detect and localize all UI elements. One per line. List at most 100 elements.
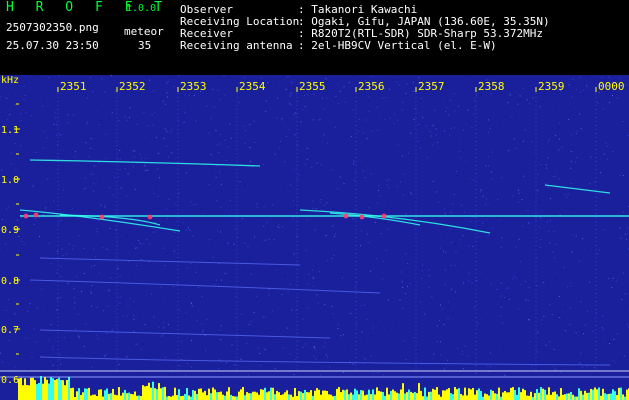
noise-speck xyxy=(601,77,603,79)
noise-speck xyxy=(173,86,175,88)
noise-speck xyxy=(353,179,355,181)
noise-speck xyxy=(41,261,43,263)
noise-speck xyxy=(500,315,502,317)
activity-bar xyxy=(254,391,256,400)
noise-speck xyxy=(466,180,468,182)
activity-bar xyxy=(264,387,266,400)
noise-speck xyxy=(430,135,432,137)
noise-speck xyxy=(214,283,215,285)
noise-speck xyxy=(21,217,23,219)
noise-speck xyxy=(9,114,11,115)
noise-speck xyxy=(190,201,192,203)
noise-speck xyxy=(319,201,321,203)
noise-speck xyxy=(168,77,170,79)
noise-speck xyxy=(402,155,403,157)
activity-bar xyxy=(242,387,244,400)
noise-speck xyxy=(518,308,520,310)
noise-speck xyxy=(549,138,550,140)
noise-speck xyxy=(487,156,489,158)
noise-speck xyxy=(185,172,187,174)
noise-speck xyxy=(455,243,457,245)
activity-bar xyxy=(394,391,396,400)
noise-speck xyxy=(575,89,577,91)
noise-speck xyxy=(571,209,573,211)
noise-speck xyxy=(103,75,105,77)
noise-speck xyxy=(615,280,617,282)
activity-bar xyxy=(34,380,36,400)
activity-bar xyxy=(490,389,492,400)
antenna-value: : 2el-HB9CV Vertical (el. E-W) xyxy=(298,39,497,52)
activity-bar xyxy=(414,392,416,400)
noise-speck xyxy=(571,96,573,98)
activity-bar xyxy=(336,388,338,400)
noise-speck xyxy=(312,200,314,202)
noise-speck xyxy=(272,204,273,206)
noise-speck xyxy=(458,106,459,107)
noise-speck xyxy=(376,258,378,260)
noise-speck xyxy=(455,316,457,318)
meteor-echo xyxy=(33,212,39,218)
noise-speck xyxy=(143,165,145,167)
activity-bar xyxy=(210,393,212,400)
noise-speck xyxy=(418,140,420,142)
activity-bar xyxy=(458,388,460,400)
noise-speck xyxy=(603,153,605,155)
noise-speck xyxy=(491,151,493,153)
noise-speck xyxy=(111,255,113,257)
noise-speck xyxy=(385,249,387,251)
noise-speck xyxy=(529,235,531,237)
noise-speck xyxy=(278,223,280,225)
noise-speck xyxy=(564,330,566,332)
noise-speck xyxy=(463,129,464,131)
noise-speck xyxy=(219,143,221,145)
noise-speck xyxy=(528,222,530,224)
noise-speck xyxy=(158,152,160,154)
noise-speck xyxy=(87,97,88,99)
activity-bar xyxy=(116,395,118,400)
noise-speck xyxy=(368,242,370,244)
activity-bar xyxy=(494,393,496,400)
noise-speck xyxy=(220,183,222,185)
noise-speck xyxy=(408,142,410,143)
activity-bar xyxy=(232,396,234,400)
noise-speck xyxy=(104,207,106,209)
activity-bar xyxy=(528,395,530,400)
noise-speck xyxy=(93,183,95,185)
noise-speck xyxy=(606,145,608,147)
noise-speck xyxy=(300,121,302,123)
noise-speck xyxy=(421,97,422,99)
noise-speck xyxy=(564,194,566,196)
noise-speck xyxy=(19,356,21,357)
noise-speck xyxy=(365,119,367,121)
noise-speck xyxy=(184,94,186,96)
noise-speck xyxy=(450,100,451,101)
noise-speck xyxy=(179,365,181,367)
noise-speck xyxy=(464,345,466,347)
noise-speck xyxy=(516,277,517,279)
noise-speck xyxy=(515,246,517,248)
noise-speck xyxy=(48,339,50,341)
noise-speck xyxy=(265,239,267,241)
noise-speck xyxy=(76,307,78,309)
noise-speck xyxy=(440,341,441,343)
noise-speck xyxy=(352,221,354,223)
activity-bar xyxy=(460,394,462,400)
noise-speck xyxy=(60,220,62,222)
activity-bar xyxy=(596,389,598,400)
noise-speck xyxy=(295,134,297,136)
noise-speck xyxy=(188,94,190,96)
noise-speck xyxy=(59,354,61,356)
noise-speck xyxy=(577,268,579,270)
activity-bar xyxy=(430,391,432,400)
noise-speck xyxy=(224,139,226,141)
noise-speck xyxy=(10,163,12,165)
noise-speck xyxy=(90,147,92,149)
noise-speck xyxy=(218,359,220,361)
activity-bar xyxy=(496,393,498,400)
activity-bar xyxy=(516,394,518,400)
noise-speck xyxy=(413,81,414,83)
activity-bar xyxy=(168,396,170,400)
noise-speck xyxy=(575,235,577,237)
activity-bar xyxy=(112,388,114,400)
noise-speck xyxy=(302,305,304,307)
